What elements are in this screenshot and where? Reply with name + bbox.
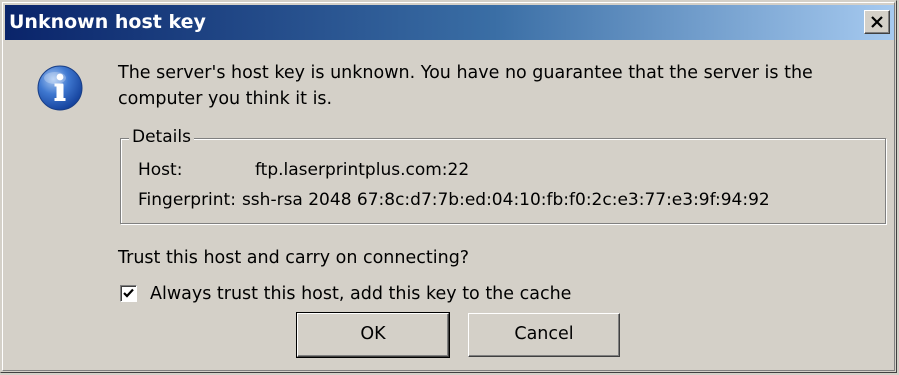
fingerprint-label: Fingerprint: [138, 190, 236, 210]
checkmark-icon [123, 288, 134, 298]
details-legend: Details [129, 125, 194, 149]
host-label: Host: [138, 160, 183, 180]
details-groupbox: Details Host: ftp.laserprintplus.com:22 F… [120, 125, 886, 224]
always-trust-label[interactable]: Always trust this host, add this key to … [150, 282, 571, 306]
ok-button[interactable]: OK [296, 312, 450, 358]
host-value: ftp.laserprintplus.com:22 [255, 160, 470, 180]
info-icon [37, 65, 83, 111]
window-title: Unknown host key [9, 11, 206, 33]
fingerprint-value: ssh-rsa 2048 67:8c:d7:7b:ed:04:10:fb:f0:… [241, 190, 770, 210]
always-trust-checkbox[interactable] [120, 285, 137, 302]
title-bar[interactable]: Unknown host key [5, 5, 894, 40]
close-icon [871, 16, 883, 28]
close-button[interactable] [864, 10, 890, 34]
fingerprint-row: Fingerprint: ssh-rsa 2048 67:8c:d7:7b:ed:… [138, 188, 770, 212]
trust-question: Trust this host and carry on connecting? [118, 248, 470, 268]
message-text: The server's host key is unknown. You ha… [118, 63, 813, 109]
dialog-window: Unknown host key The server's host key i… [0, 0, 897, 373]
host-row: Host: ftp.laserprintplus.com:22 [138, 158, 469, 182]
cancel-button[interactable]: Cancel [468, 313, 620, 357]
